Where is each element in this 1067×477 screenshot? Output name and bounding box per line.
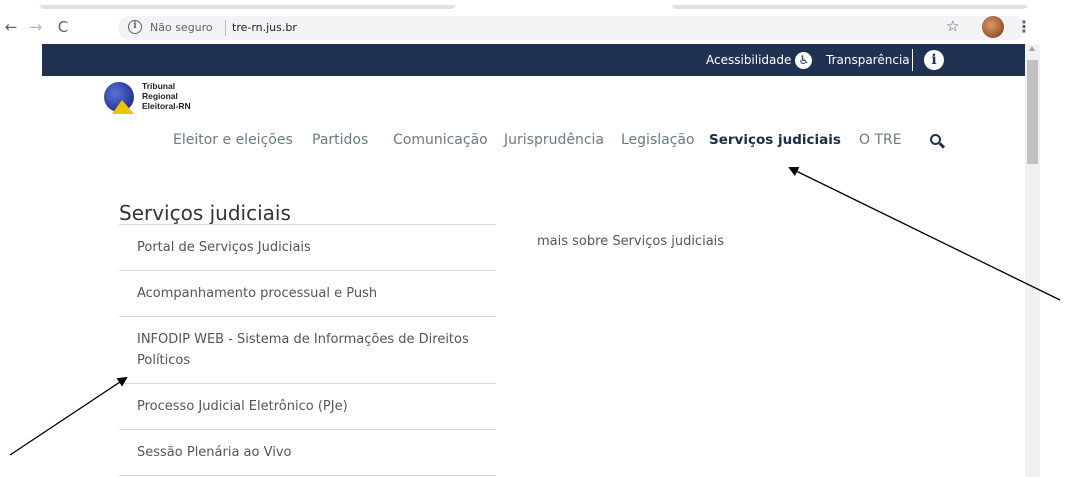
topbar-divider [912,49,913,71]
submenu-item-acompanhamento[interactable]: Acompanhamento processual e Push [119,270,496,316]
main-navigation: Eleitor e eleições Partidos Comunicação … [42,132,1025,156]
logo-line-3: Eleitoral-RN [142,101,191,111]
avatar[interactable] [982,16,1004,38]
top-utility-bar: Acessibilidade ♿ Transparência i [42,44,1025,76]
submenu-item-pje[interactable]: Processo Judicial Eletrônico (PJe) [119,383,496,429]
page-scrollbar[interactable] [1025,44,1040,477]
address-separator [225,20,226,36]
logo-line-2: Regional [142,91,178,101]
reload-button[interactable]: C [52,16,74,38]
nav-item-servicos-judiciais[interactable]: Serviços judiciais [709,132,841,148]
nav-item-o-tre[interactable]: O TRE [859,132,902,148]
arrow-right-icon: → [29,18,43,36]
nav-item-legislacao[interactable]: Legislação [621,132,695,148]
search-icon[interactable] [930,134,946,150]
forward-button[interactable]: → [25,16,47,38]
nav-item-eleitor[interactable]: Eleitor e eleições [173,132,293,148]
search-icon-handle [938,142,946,149]
reload-icon: C [57,18,69,36]
info-circle-icon[interactable]: i [128,20,142,34]
logo-yellow-shape [112,100,134,114]
submenu-item-infodip[interactable]: INFODIP WEB - Sistema de Informações de … [119,316,496,383]
info-icon[interactable]: i [924,50,944,70]
url-text[interactable]: tre-rn.jus.br [232,21,297,34]
arrow-left-icon: ← [4,18,18,36]
submenu-item-sessao-plenaria[interactable]: Sessão Plenária ao Vivo [119,429,496,476]
accessibility-icon: ♿ [795,52,813,69]
security-label: Não seguro [150,21,213,34]
logo-line-1: Tribunal [142,81,176,91]
scroll-up-icon[interactable] [1029,46,1035,51]
section-title: Serviços judiciais [119,201,291,225]
nav-item-jurisprudencia[interactable]: Jurisprudência [504,132,604,148]
website: Acessibilidade ♿ Transparência i Tribunal… [42,44,1025,477]
services-submenu: Portal de Serviços Judiciais Acompanhame… [119,224,496,476]
address-bar[interactable]: i Não seguro tre-rn.jus.br [118,16,1026,40]
tab-right-edge[interactable] [672,5,1027,9]
scroll-thumb[interactable] [1027,60,1038,164]
submenu-item-portal[interactable]: Portal de Serviços Judiciais [119,224,496,270]
more-about-link[interactable]: mais sobre Serviços judiciais [537,234,724,249]
tab-strip [0,0,1067,12]
browser-toolbar: ← → C i Não seguro tre-rn.jus.br ☆ ⋮ [0,12,1067,44]
accessibility-label: Acessibilidade [706,53,792,67]
tab-left-edge[interactable] [40,5,455,9]
transparency-link[interactable]: Transparência [826,44,910,76]
site-logo[interactable]: Tribunal Regional Eleitoral-RN [100,80,240,120]
more-vert-icon[interactable]: ⋮ [1016,16,1032,38]
star-icon[interactable]: ☆ [946,17,959,35]
logo-text: Tribunal Regional Eleitoral-RN [142,81,191,111]
nav-item-comunicacao[interactable]: Comunicação [393,132,488,148]
browser-window: ← → C i Não seguro tre-rn.jus.br ☆ ⋮ Ace… [0,0,1067,477]
nav-item-partidos[interactable]: Partidos [312,132,368,148]
accessibility-link[interactable]: Acessibilidade ♿ [706,44,813,76]
back-button[interactable]: ← [0,16,22,38]
